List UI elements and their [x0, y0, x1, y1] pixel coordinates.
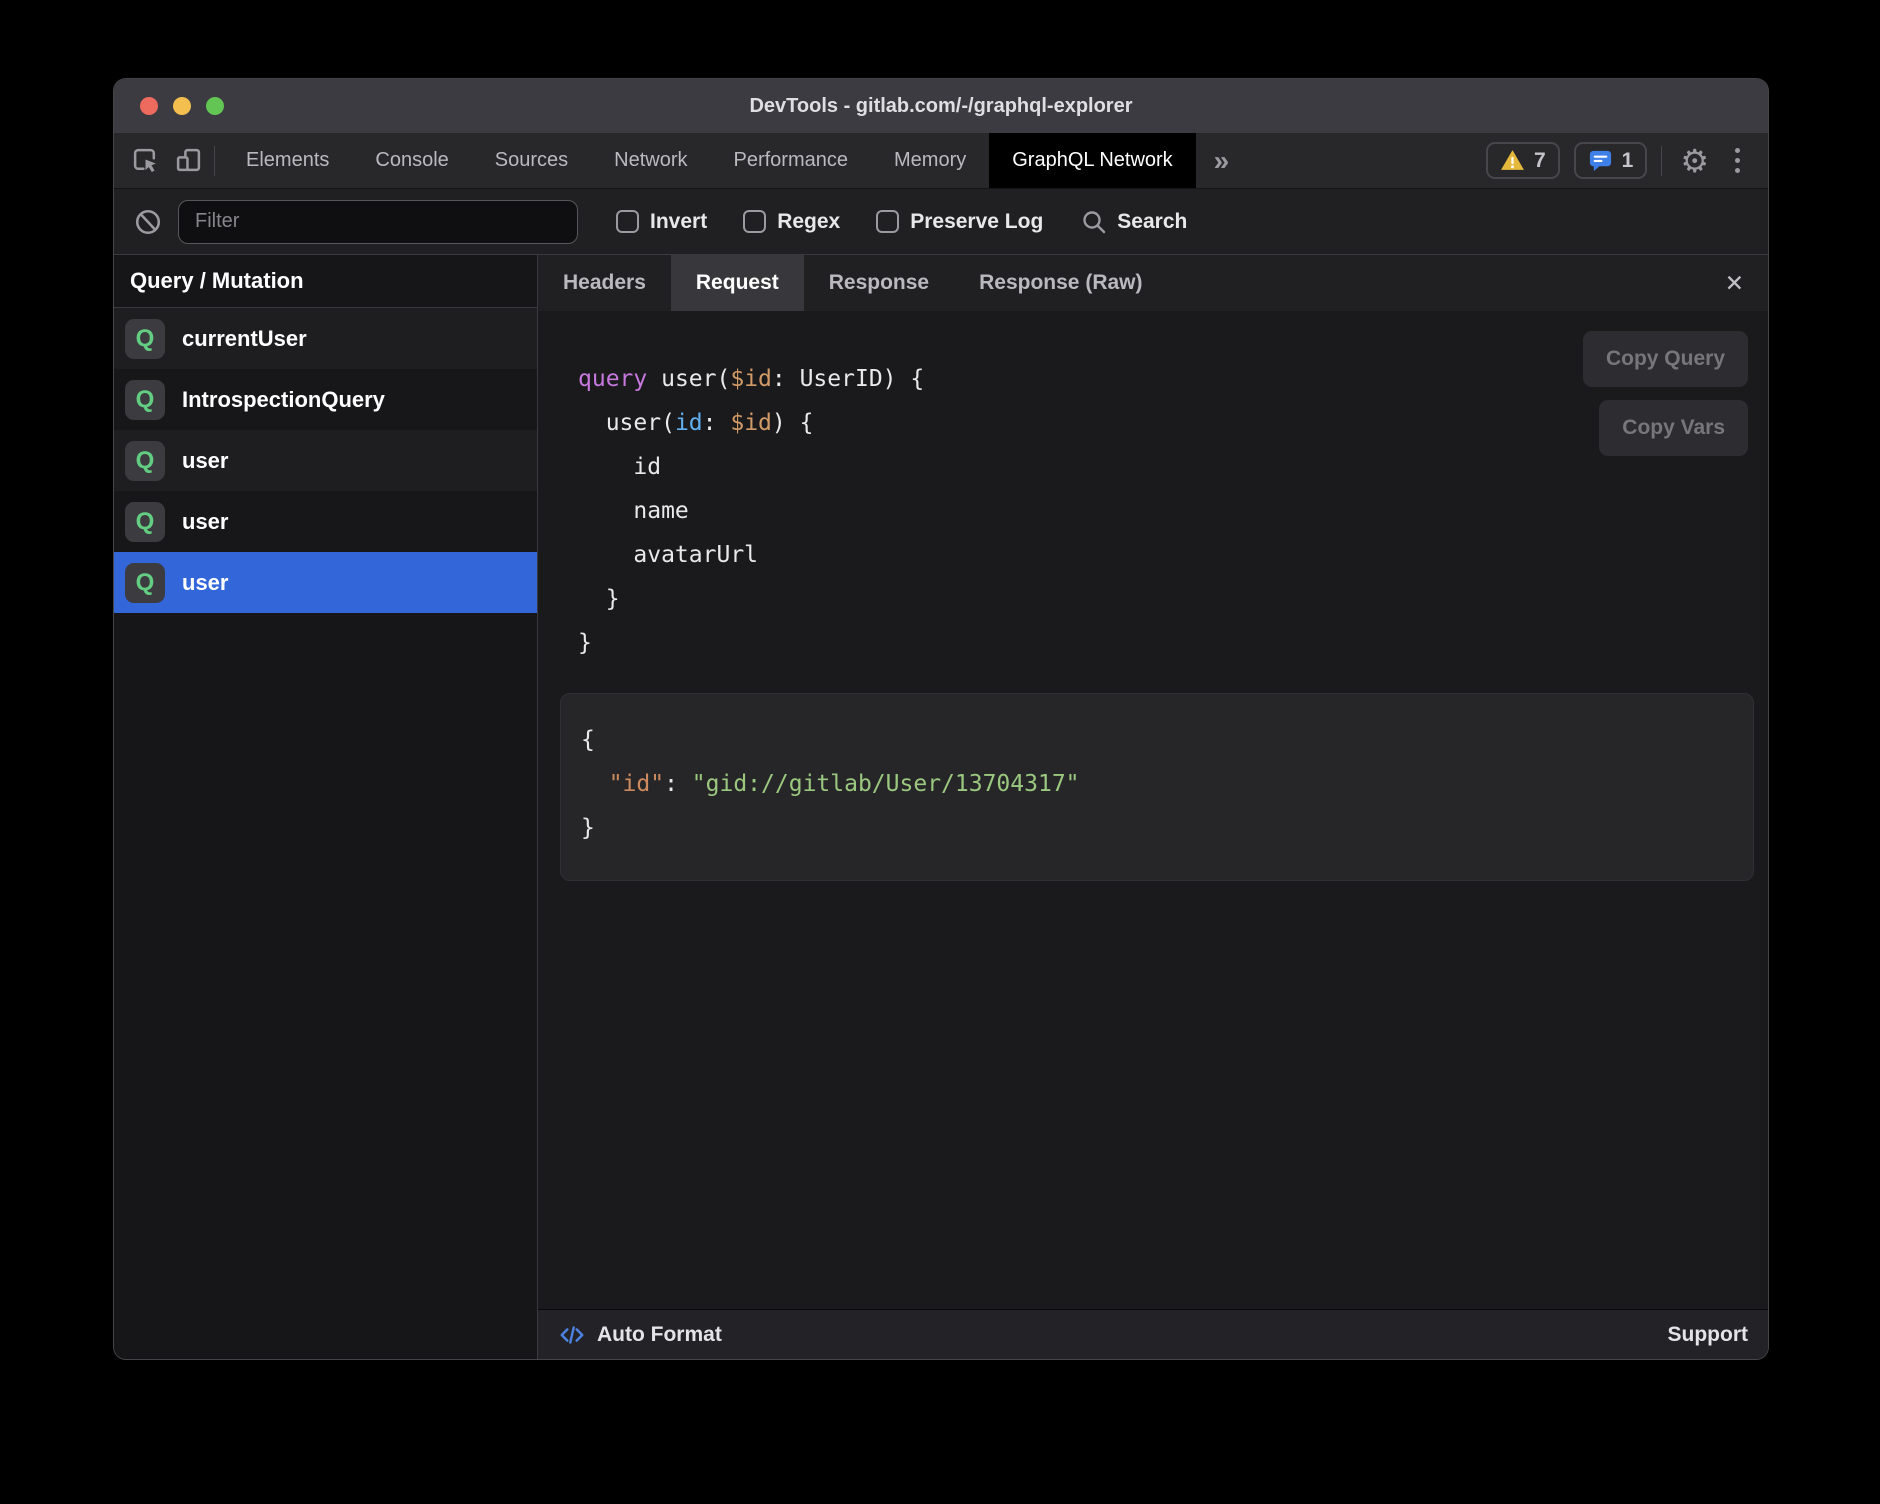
auto-format-label: Auto Format	[597, 1323, 722, 1347]
detail-footer: Auto Format Support	[538, 1309, 1768, 1359]
code-line: }	[578, 577, 1754, 621]
sidebar-item-user[interactable]: Quser	[114, 491, 537, 552]
code-line: name	[578, 489, 1754, 533]
checkbox-regex[interactable]: Regex	[743, 210, 840, 234]
filter-options: Invert Regex Preserve Log	[616, 210, 1043, 234]
query-type-badge: Q	[125, 380, 165, 420]
toolbar-separator	[1661, 146, 1662, 176]
zoom-window-button[interactable]	[206, 97, 224, 115]
auto-format-button[interactable]: Auto Format	[558, 1321, 722, 1349]
toolbar-separator	[214, 146, 215, 176]
close-window-button[interactable]	[140, 97, 158, 115]
tab-elements[interactable]: Elements	[223, 133, 352, 188]
sidebar-item-label: user	[182, 509, 228, 535]
sidebar-item-user[interactable]: Quser	[114, 430, 537, 491]
close-icon: ✕	[1725, 270, 1744, 297]
query-type-badge: Q	[125, 441, 165, 481]
main-area: Query / Mutation QcurrentUserQIntrospect…	[114, 255, 1768, 1359]
search-label: Search	[1117, 210, 1187, 234]
sidebar-item-label: currentUser	[182, 326, 307, 352]
message-icon	[1588, 148, 1613, 173]
code-line: avatarUrl	[578, 533, 1754, 577]
warnings-badge[interactable]: 7	[1486, 142, 1560, 179]
code-format-icon	[558, 1321, 586, 1349]
minimize-window-button[interactable]	[173, 97, 191, 115]
panel-tabs: ElementsConsoleSourcesNetworkPerformance…	[223, 133, 1196, 188]
warning-icon	[1500, 149, 1525, 172]
devtools-tabbar: ElementsConsoleSourcesNetworkPerformance…	[114, 133, 1768, 189]
checkbox-box-regex[interactable]	[743, 210, 766, 233]
tab-performance[interactable]: Performance	[711, 133, 872, 188]
sidebar-header: Query / Mutation	[114, 255, 537, 308]
graphql-query-code: query user($id: UserID) { user(id: $id) …	[578, 357, 1754, 665]
sidebar-item-label: IntrospectionQuery	[182, 387, 385, 413]
copy-query-button[interactable]: Copy Query	[1583, 331, 1748, 387]
sidebar-item-label: user	[182, 448, 228, 474]
more-panels-button[interactable]: »	[1196, 133, 1248, 188]
detail-tab-headers[interactable]: Headers	[538, 255, 671, 311]
settings-button[interactable]: ⚙	[1676, 145, 1713, 177]
checkbox-box-preserve-log[interactable]	[876, 210, 899, 233]
detail-tabs: HeadersRequestResponseResponse (Raw) ✕	[538, 255, 1768, 311]
detail-tab-request[interactable]: Request	[671, 255, 804, 311]
gear-icon: ⚙	[1680, 143, 1709, 179]
query-type-badge: Q	[125, 502, 165, 542]
tab-network[interactable]: Network	[591, 133, 710, 188]
variables-box: { "id": "gid://gitlab/User/13704317"}	[560, 693, 1754, 881]
filter-input[interactable]	[178, 200, 578, 244]
tab-sources[interactable]: Sources	[472, 133, 591, 188]
window-title: DevTools - gitlab.com/-/graphql-explorer	[749, 95, 1132, 118]
checkbox-invert[interactable]: Invert	[616, 210, 707, 234]
tab-memory[interactable]: Memory	[871, 133, 989, 188]
code-line: query user($id: UserID) {	[578, 357, 1754, 401]
filter-toolbar: Invert Regex Preserve Log Search	[114, 189, 1768, 255]
code-line: }	[578, 621, 1754, 665]
checkbox-preserve-log[interactable]: Preserve Log	[876, 210, 1043, 234]
checkbox-label-preserve-log: Preserve Log	[910, 210, 1043, 234]
checkbox-box-invert[interactable]	[616, 210, 639, 233]
detail-tab-response[interactable]: Response	[804, 255, 954, 311]
sidebar-item-label: user	[182, 570, 228, 596]
request-viewer: query user($id: UserID) { user(id: $id) …	[538, 311, 1768, 1309]
detail-tab-response-raw[interactable]: Response (Raw)	[954, 255, 1167, 311]
checkbox-label-regex: Regex	[777, 210, 840, 234]
tab-graphql-network[interactable]: GraphQL Network	[989, 133, 1195, 188]
sidebar-item-introspectionquery[interactable]: Q IntrospectionQuery	[114, 369, 537, 430]
search-icon	[1081, 209, 1107, 235]
code-line: }	[581, 806, 1733, 850]
kebab-icon	[1735, 148, 1740, 153]
devtools-window: DevTools - gitlab.com/-/graphql-explorer…	[113, 78, 1769, 1360]
customize-menu-button[interactable]	[1727, 148, 1748, 173]
traffic-lights	[140, 79, 224, 133]
sidebar-item-currentuser[interactable]: QcurrentUser	[114, 308, 537, 369]
request-list-panel: Query / Mutation QcurrentUserQIntrospect…	[114, 255, 538, 1359]
device-toolbar-button[interactable]	[175, 147, 202, 174]
request-list: QcurrentUserQIntrospectionQueryQuserQuse…	[114, 308, 537, 1359]
query-type-badge: Q	[125, 563, 165, 603]
tab-console[interactable]: Console	[352, 133, 471, 188]
close-detail-button[interactable]: ✕	[1701, 255, 1768, 311]
query-type-badge: Q	[125, 319, 165, 359]
variables-code: { "id": "gid://gitlab/User/13704317"}	[581, 718, 1733, 850]
support-link[interactable]: Support	[1668, 1323, 1748, 1347]
code-line: {	[581, 718, 1733, 762]
sidebar-item-user[interactable]: Quser	[114, 552, 537, 613]
block-icon	[134, 208, 162, 236]
code-line: "id": "gid://gitlab/User/13704317"	[581, 762, 1733, 806]
messages-badge[interactable]: 1	[1574, 142, 1648, 179]
inspect-cursor-icon	[132, 147, 159, 174]
warnings-count: 7	[1534, 149, 1546, 173]
code-line: id	[578, 445, 1754, 489]
inspect-element-button[interactable]	[132, 147, 159, 174]
copy-vars-button[interactable]: Copy Vars	[1599, 400, 1748, 456]
code-line: user(id: $id) {	[578, 401, 1754, 445]
search-button[interactable]: Search	[1081, 209, 1187, 235]
request-detail-panel: HeadersRequestResponseResponse (Raw) ✕ q…	[538, 255, 1768, 1359]
checkbox-label-invert: Invert	[650, 210, 707, 234]
titlebar: DevTools - gitlab.com/-/graphql-explorer	[114, 79, 1768, 133]
block-requests-button[interactable]	[134, 208, 162, 236]
messages-count: 1	[1622, 149, 1634, 173]
device-toolbar-icon	[175, 147, 202, 174]
